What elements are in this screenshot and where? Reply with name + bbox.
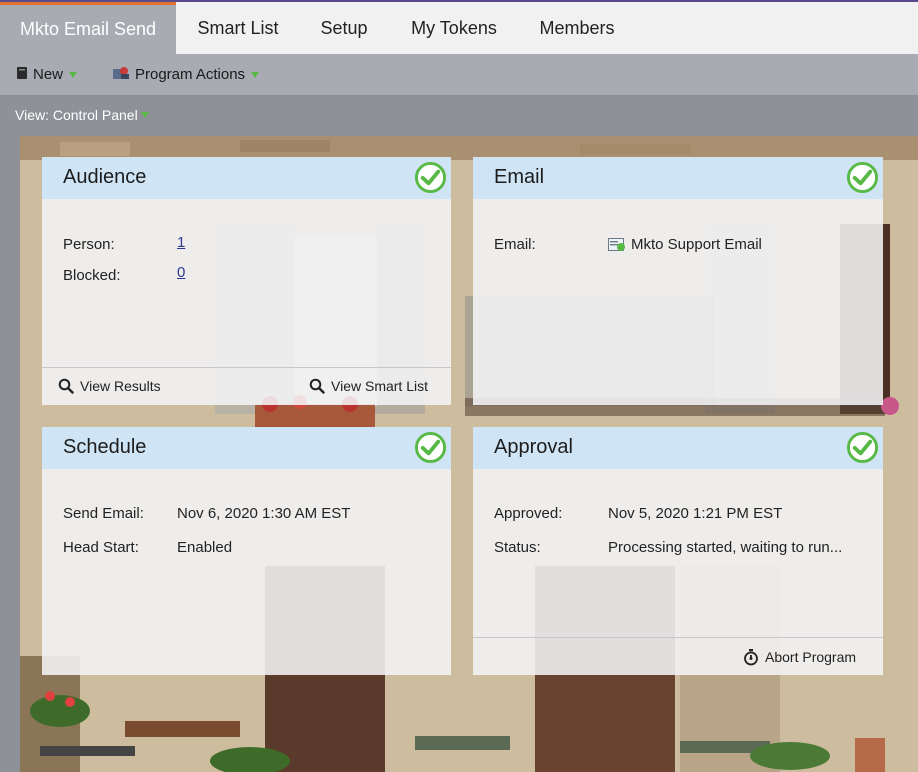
- check-circle-icon: [846, 161, 879, 194]
- new-label: New: [33, 66, 64, 83]
- audience-card: Audience Person: 1 Blocked: 0 View Resul…: [42, 157, 451, 405]
- check-circle-icon: [846, 431, 879, 464]
- card-title: Schedule: [63, 436, 147, 458]
- chevron-down-icon: [251, 71, 260, 78]
- status-value: Processing started, waiting to run...: [608, 539, 843, 556]
- approval-card: Approval Approved: Nov 5, 2020 1:21 PM E…: [473, 427, 883, 675]
- card-header: Audience: [42, 157, 451, 199]
- approved-label: Approved:: [494, 505, 563, 522]
- view-smart-list-label: View Smart List: [331, 378, 428, 394]
- schedule-card: Schedule Send Email: Nov 6, 2020 1:30 AM…: [42, 427, 451, 675]
- tab-setup[interactable]: Setup: [306, 2, 382, 54]
- email-label: Email:: [494, 236, 536, 253]
- program-actions-icon: [112, 65, 130, 85]
- tab-label: Mkto Email Send: [19, 19, 157, 39]
- chevron-down-icon: [69, 71, 78, 78]
- document-icon: [16, 66, 28, 84]
- stopwatch-icon: [744, 649, 758, 666]
- tab-label: Setup: [320, 17, 368, 38]
- abort-program-label: Abort Program: [765, 649, 857, 665]
- tab-members[interactable]: Members: [524, 2, 630, 54]
- check-circle-icon: [414, 161, 447, 194]
- tab-label: My Tokens: [411, 17, 497, 38]
- view-smart-list-button[interactable]: View Smart List: [309, 378, 428, 394]
- program-tab-bar: Mkto Email Send Smart List Setup My Toke…: [0, 0, 918, 54]
- email-asset-link[interactable]: Mkto Support Email: [608, 236, 762, 253]
- card-header: Email: [473, 157, 883, 199]
- tab-label: Members: [539, 17, 615, 38]
- status-label: Status:: [494, 539, 541, 556]
- card-footer: Abort Program: [473, 637, 883, 675]
- send-email-label: Send Email:: [63, 505, 144, 522]
- email-asset-icon: [608, 237, 625, 251]
- view-results-button[interactable]: View Results: [58, 378, 161, 394]
- program-actions-button[interactable]: Program Actions: [112, 54, 260, 95]
- person-count-link[interactable]: 1: [177, 234, 185, 251]
- card-header: Schedule: [42, 427, 451, 469]
- search-icon: [58, 378, 74, 394]
- email-card: Email Email: Mkto Support Email: [473, 157, 883, 405]
- send-email-value[interactable]: Nov 6, 2020 1:30 AM EST: [177, 505, 350, 522]
- blocked-count-link[interactable]: 0: [177, 264, 185, 281]
- card-title: Audience: [63, 166, 147, 188]
- card-title: Email: [494, 166, 545, 188]
- person-label: Person:: [63, 236, 115, 253]
- tab-smart-list[interactable]: Smart List: [186, 2, 290, 54]
- search-icon: [309, 378, 325, 394]
- card-footer: View Results View Smart List: [42, 367, 451, 405]
- head-start-value[interactable]: Enabled: [177, 539, 232, 556]
- card-header: Approval: [473, 427, 883, 469]
- abort-program-button[interactable]: Abort Program: [743, 648, 856, 666]
- view-results-label: View Results: [80, 378, 161, 394]
- card-title: Approval: [494, 436, 573, 458]
- tab-label: Smart List: [197, 17, 279, 38]
- check-circle-icon: [414, 431, 447, 464]
- head-start-label: Head Start:: [63, 539, 139, 556]
- program-actions-label: Program Actions: [135, 66, 246, 83]
- approved-value: Nov 5, 2020 1:21 PM EST: [608, 505, 783, 522]
- toolbar: New Program Actions: [0, 54, 918, 95]
- blocked-label: Blocked:: [63, 267, 121, 284]
- tab-mkto-email-send[interactable]: Mkto Email Send: [0, 2, 176, 54]
- view-bar: View: Control Panel: [0, 95, 918, 136]
- chevron-down-icon: [140, 112, 149, 118]
- new-menu-button[interactable]: New: [16, 54, 78, 95]
- view-selector[interactable]: View: Control Panel: [15, 107, 149, 123]
- view-label: View: Control Panel: [15, 107, 138, 123]
- email-name: Mkto Support Email: [631, 236, 762, 253]
- tab-my-tokens[interactable]: My Tokens: [398, 2, 510, 54]
